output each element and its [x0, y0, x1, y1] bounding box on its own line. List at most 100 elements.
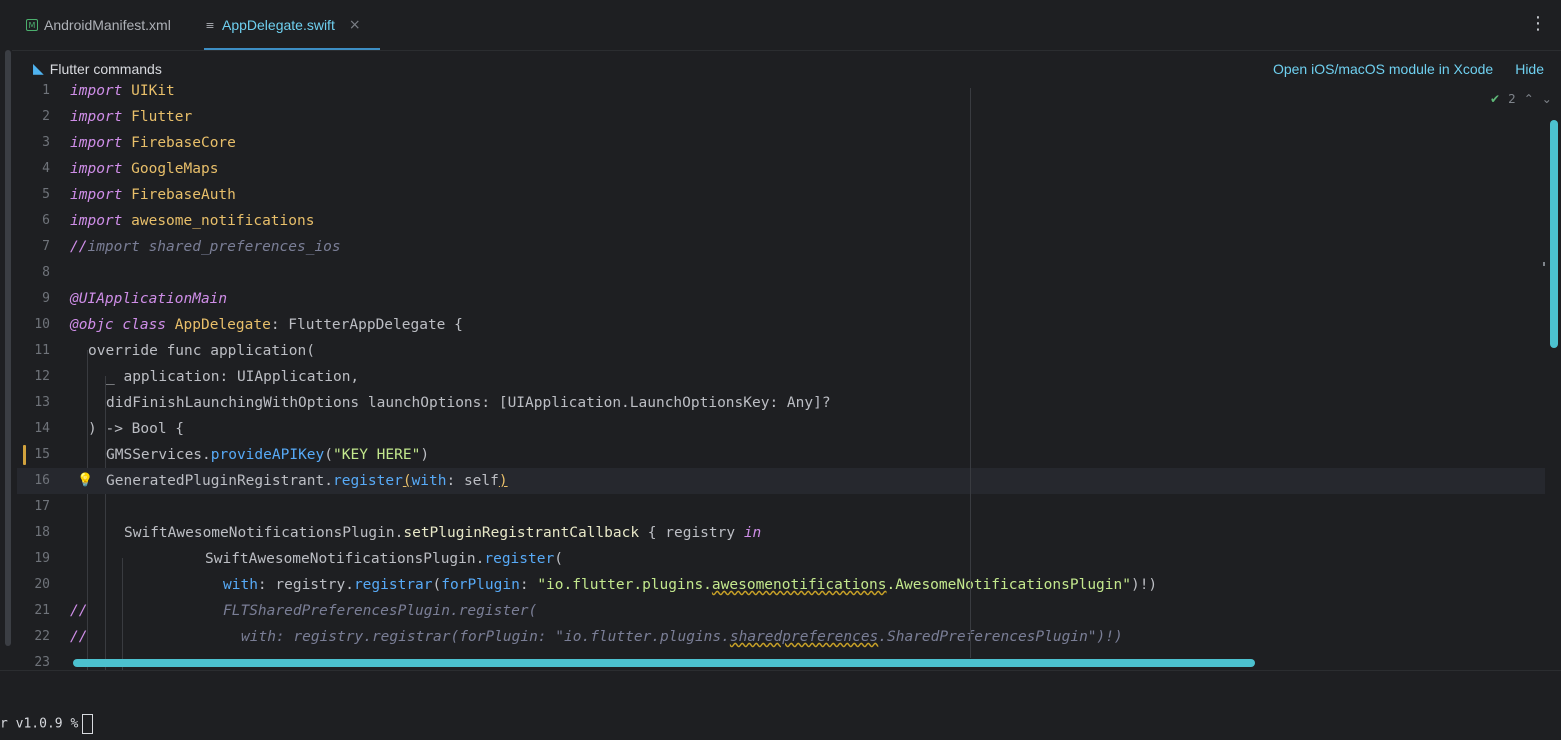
code-token: GoogleMaps: [131, 161, 219, 177]
code-token: FirebaseAuth: [131, 187, 236, 203]
code-token: UIKit: [131, 83, 175, 99]
chevron-down-icon[interactable]: ⌄: [1542, 92, 1552, 106]
code-token: didFinishLaunchingWithOptions launchOpti…: [106, 395, 831, 411]
scrollbar-marker: [1543, 262, 1545, 266]
code-line: 15 GMSServices.provideAPIKey("KEY HERE"): [17, 442, 1545, 468]
code-line: 5 import FirebaseAuth: [17, 182, 1545, 208]
code-line: 14) -> Bool {: [17, 416, 1545, 442]
code-editor[interactable]: 1 import UIKit 2 import Flutter 3 import Fi…: [17, 80, 1561, 670]
code-line: 2 import Flutter: [17, 104, 1545, 130]
code-token: import: [70, 161, 123, 177]
code-token: //: [70, 603, 88, 619]
line-number: 11: [34, 343, 50, 358]
line-number: 10: [34, 317, 50, 332]
code-token: : registry.: [257, 577, 354, 593]
code-line-current: 16 💡 GeneratedPluginRegistrant.register(wi…: [17, 468, 1545, 494]
line-number: 12: [34, 369, 50, 384]
terminal-prompt: r v1.0.9 %: [0, 714, 94, 735]
inspection-widget[interactable]: ✔ 2 ⌃ ⌄: [1490, 92, 1552, 106]
tab-label: AndroidManifest.xml: [44, 17, 171, 33]
code-token: ): [420, 447, 430, 463]
code-token: import: [70, 187, 123, 203]
code-token: @UIApplicationMain: [70, 291, 228, 307]
code-line: 1 import UIKit: [17, 80, 1545, 104]
line-number: 22: [34, 629, 50, 644]
line-number: 1: [42, 83, 50, 98]
code-token: Flutter: [131, 109, 193, 125]
more-options-icon[interactable]: ⋮: [1529, 14, 1547, 34]
code-token: setPluginRegistrantCallback: [403, 525, 640, 541]
code-token: _ application: UIApplication,: [106, 369, 360, 385]
line-number: 15: [34, 447, 50, 462]
open-xcode-link[interactable]: Open iOS/macOS module in Xcode: [1273, 61, 1493, 77]
code-token: register: [484, 551, 555, 567]
code-line: 4 import GoogleMaps: [17, 156, 1545, 182]
xml-file-icon: M: [26, 19, 38, 31]
tab-android-manifest[interactable]: M AndroidManifest.xml: [26, 0, 171, 50]
code-token: awesome_notifications: [131, 213, 315, 229]
left-tool-strip: [0, 50, 12, 660]
code-line: 22 // with: registry.registrar(forPlugin: …: [17, 624, 1545, 650]
code-line: 10 @objc class AppDelegate: FlutterAppDel…: [17, 312, 1545, 338]
code-line: 6 import awesome_notifications: [17, 208, 1545, 234]
line-number: 23: [34, 655, 50, 670]
check-icon: ✔: [1490, 92, 1501, 106]
code-line: 20 with: registry.registrar(forPlugin: "i…: [17, 572, 1545, 598]
chevron-up-icon[interactable]: ⌃: [1524, 92, 1534, 106]
line-number: 21: [34, 603, 50, 618]
vertical-scrollbar[interactable]: [1550, 120, 1558, 348]
hide-banner-link[interactable]: Hide: [1515, 61, 1544, 77]
code-line: 21 // FLTSharedPreferencesPlugin.register(: [17, 598, 1545, 624]
close-icon[interactable]: ×: [349, 17, 361, 33]
code-token: FLTSharedPreferencesPlugin.register(: [223, 603, 538, 619]
code-token: sharedpreferences: [729, 629, 879, 645]
line-number: 2: [42, 109, 50, 124]
code-token: register: [332, 473, 403, 489]
lightbulb-icon[interactable]: 💡: [77, 468, 93, 494]
code-token: "io.flutter.plugins.: [537, 577, 712, 593]
code-token: //: [70, 629, 88, 645]
code-line: 3 import FirebaseCore: [17, 130, 1545, 156]
code-line: 11 override func application(: [17, 338, 1545, 364]
code-line: 18 SwiftAwesomeNotificationsPlugin.setPlu…: [17, 520, 1545, 546]
line-number: 4: [42, 161, 50, 176]
code-token: @objc: [70, 317, 114, 333]
line-number: 20: [34, 577, 50, 592]
code-token: (: [432, 577, 442, 593]
horizontal-scrollbar[interactable]: [73, 659, 1255, 667]
code-token: : FlutterAppDelegate {: [270, 317, 463, 333]
code-token: //: [70, 239, 88, 255]
code-token: ) -> Bool {: [88, 421, 185, 437]
active-tab-indicator: [204, 48, 380, 50]
code-token: registrar: [353, 577, 433, 593]
right-margin-guide: [970, 88, 971, 658]
line-number: 8: [42, 265, 50, 280]
line-number: 17: [34, 499, 50, 514]
editor-tab-bar: M AndroidManifest.xml ≡ AppDelegate.swif…: [0, 0, 1561, 51]
code-line: 17: [17, 494, 1545, 520]
line-number: 18: [34, 525, 50, 540]
code-token: { registry: [639, 525, 744, 541]
code-token: class: [122, 317, 167, 333]
terminal-panel[interactable]: r v1.0.9 %: [0, 670, 1561, 740]
code-token: with: [411, 473, 447, 489]
code-token: (: [324, 447, 333, 463]
line-number: 6: [42, 213, 50, 228]
code-line: 12 _ application: UIApplication,: [17, 364, 1545, 390]
code-token: )!): [1130, 577, 1158, 593]
code-token: "KEY HERE": [333, 447, 421, 463]
code-line: 13 didFinishLaunchingWithOptions launchOp…: [17, 390, 1545, 416]
code-token: in: [743, 525, 762, 541]
line-number: 5: [42, 187, 50, 202]
code-line: 7 //import shared_preferences_ios: [17, 234, 1545, 260]
tab-app-delegate[interactable]: ≡ AppDelegate.swift ×: [204, 0, 380, 50]
code-token: AppDelegate: [174, 317, 271, 333]
code-token: (: [554, 551, 563, 567]
code-token: awesomenotifications: [711, 577, 887, 593]
line-number: 13: [34, 395, 50, 410]
line-number: 16: [34, 473, 50, 488]
code-line: 9 @UIApplicationMain: [17, 286, 1545, 312]
line-number: 19: [34, 551, 50, 566]
code-token: provideAPIKey: [210, 447, 325, 463]
code-token: override func application(: [88, 343, 315, 359]
